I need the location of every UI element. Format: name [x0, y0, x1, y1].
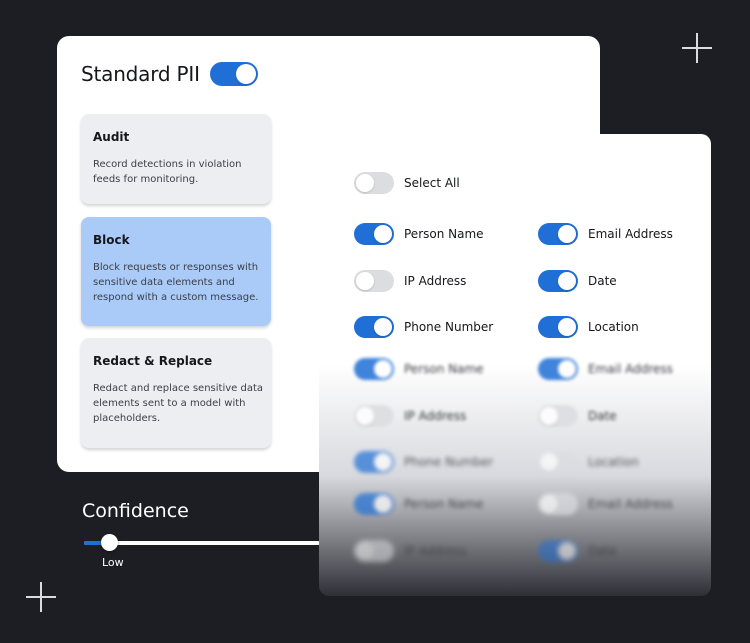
policy-enabled-toggle[interactable] [209, 62, 258, 86]
mode-card-block[interactable]: Block Block requests or responses with s… [81, 217, 271, 326]
entity-row[interactable]: Person Name [354, 223, 484, 245]
entity-toggle[interactable] [538, 358, 578, 380]
entity-label: Person Name [404, 497, 484, 511]
entity-label: Date [588, 274, 617, 288]
mode-description: Block requests or responses with sensiti… [93, 262, 259, 303]
entity-label: Email Address [588, 227, 673, 241]
entity-toggle[interactable] [538, 316, 578, 338]
entity-toggle[interactable] [538, 405, 578, 427]
entity-row[interactable]: Phone Number [354, 316, 493, 338]
entity-toggle[interactable] [354, 540, 394, 562]
entity-toggle[interactable] [354, 493, 394, 515]
entity-toggle[interactable] [354, 316, 394, 338]
entity-row[interactable]: IP Address [354, 540, 466, 562]
select-all-row[interactable]: Select All [354, 172, 460, 194]
mode-title: Block [93, 233, 130, 247]
confidence-slider-track[interactable] [84, 541, 320, 545]
entity-label: Location [588, 320, 639, 334]
entity-label: Person Name [404, 227, 484, 241]
entity-row[interactable]: IP Address [354, 405, 466, 427]
select-all-label: Select All [404, 176, 460, 190]
entity-row[interactable]: Date [538, 405, 617, 427]
entity-row[interactable]: Location [538, 316, 639, 338]
entity-toggle[interactable] [354, 451, 394, 473]
mode-card-redact-replace[interactable]: Redact & Replace Redact and replace sens… [81, 338, 271, 448]
entity-row[interactable]: Phone Number [354, 451, 493, 473]
entity-toggle[interactable] [354, 358, 394, 380]
select-all-toggle[interactable] [354, 172, 394, 194]
entity-toggle[interactable] [538, 540, 578, 562]
entity-row[interactable]: Email Address [538, 493, 673, 515]
entity-label: Date [588, 544, 617, 558]
plus-decoration-icon [26, 582, 56, 612]
entity-row[interactable]: Email Address [538, 223, 673, 245]
entity-toggle[interactable] [538, 493, 578, 515]
entity-label: Phone Number [404, 320, 494, 334]
policy-header: Standard PII [81, 62, 258, 86]
entity-label: IP Address [404, 409, 467, 423]
mode-title: Audit [93, 130, 130, 144]
mode-card-audit[interactable]: Audit Record detections in violation fee… [81, 114, 271, 204]
entity-row[interactable]: Person Name [354, 493, 484, 515]
entity-toggle[interactable] [354, 405, 394, 427]
entity-row[interactable]: IP Address [354, 270, 466, 292]
entity-label: IP Address [404, 274, 467, 288]
entity-toggle[interactable] [538, 270, 578, 292]
entity-row[interactable]: Person Name [354, 358, 484, 380]
entity-panel: Select All Person Name Email Address IP … [319, 134, 711, 596]
entity-label: IP Address [404, 544, 467, 558]
entity-row[interactable]: Date [538, 540, 617, 562]
entity-toggle[interactable] [538, 223, 578, 245]
entity-label: Email Address [588, 497, 673, 511]
mode-title: Redact & Replace [93, 354, 213, 368]
entity-toggle[interactable] [538, 451, 578, 473]
entity-row[interactable]: Email Address [538, 358, 673, 380]
confidence-slider-handle[interactable] [101, 534, 119, 551]
entity-label: Email Address [588, 362, 673, 376]
confidence-label: Confidence [82, 500, 189, 522]
entity-toggle[interactable] [354, 270, 394, 292]
page-title: Standard PII [81, 62, 200, 86]
entity-label: Person Name [404, 362, 484, 376]
plus-decoration-icon [682, 33, 712, 63]
confidence-level-label: Low [102, 556, 124, 569]
mode-description: Redact and replace sensitive data elemen… [93, 383, 264, 424]
entity-label: Location [588, 455, 639, 469]
entity-label: Date [588, 409, 617, 423]
entity-row[interactable]: Location [538, 451, 639, 473]
mode-description: Record detections in violation feeds for… [93, 159, 242, 185]
entity-row[interactable]: Date [538, 270, 617, 292]
entity-toggle[interactable] [354, 223, 394, 245]
entity-label: Phone Number [404, 455, 494, 469]
